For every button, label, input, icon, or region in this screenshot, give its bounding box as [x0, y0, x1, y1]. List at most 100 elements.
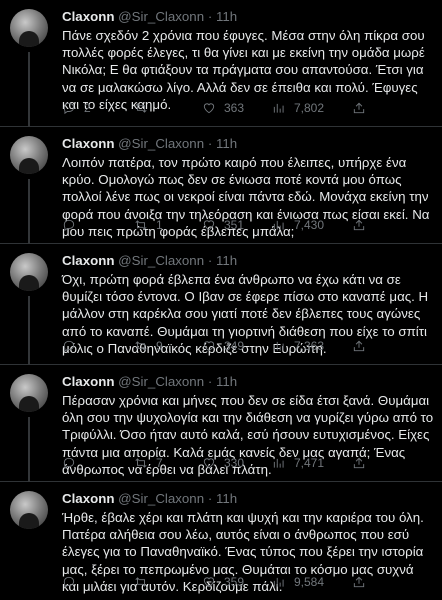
tweet-header: Claxonn @Sir_Claxonn · 11h — [62, 136, 432, 152]
thread-connector-line — [28, 179, 30, 244]
tweet[interactable]: Claxonn @Sir_Claxonn · 11h Όχι, πρώτη φο… — [0, 244, 442, 365]
share-icon — [353, 340, 365, 352]
views-button[interactable]: 7,430 — [272, 217, 324, 233]
like-count: 330 — [224, 456, 245, 470]
author-handle[interactable]: @Sir_Claxonn — [118, 374, 204, 389]
author-name[interactable]: Claxonn — [62, 491, 114, 506]
reply-button[interactable]: 2 — [62, 100, 91, 116]
retweet-icon — [135, 577, 147, 587]
timestamp[interactable]: 11h — [216, 491, 237, 506]
like-button[interactable]: 351 — [202, 217, 244, 233]
views-count: 7,802 — [294, 101, 325, 115]
views-button[interactable]: 9,584 — [272, 574, 324, 590]
author-handle[interactable]: @Sir_Claxonn — [118, 136, 204, 151]
author-handle[interactable]: @Sir_Claxonn — [118, 253, 204, 268]
reply-icon — [63, 102, 75, 115]
views-count: 9,584 — [294, 575, 325, 589]
separator-dot: · — [207, 9, 213, 24]
avatar[interactable] — [10, 9, 48, 47]
like-button[interactable]: 359 — [202, 574, 244, 590]
reply-icon — [63, 457, 75, 470]
avatar[interactable] — [10, 374, 48, 412]
timestamp[interactable]: 11h — [216, 9, 237, 24]
bar-chart-icon — [273, 220, 284, 230]
thread-connector-line — [28, 52, 30, 127]
tweet-actions: 1 351 7,430 — [62, 217, 432, 233]
author-handle[interactable]: @Sir_Claxonn — [118, 491, 204, 506]
share-icon — [353, 102, 365, 114]
share-button[interactable] — [352, 217, 366, 233]
views-count: 7,363 — [294, 339, 325, 353]
retweet-count: 7 — [156, 456, 163, 470]
thread-connector-line — [28, 296, 30, 365]
like-count: 359 — [224, 575, 245, 589]
tweet-header: Claxonn @Sir_Claxonn · 11h — [62, 9, 432, 25]
like-button[interactable]: 363 — [202, 100, 244, 116]
tweet-header: Claxonn @Sir_Claxonn · 11h — [62, 374, 432, 390]
avatar[interactable] — [10, 253, 48, 291]
thread-connector-line — [28, 417, 30, 482]
tweet-actions: 2 363 7,802 — [62, 100, 432, 116]
share-button[interactable] — [352, 455, 366, 471]
reply-icon — [63, 219, 75, 232]
reply-icon — [63, 576, 75, 589]
tweet[interactable]: Claxonn @Sir_Claxonn · 11h Πέρασαν χρόνι… — [0, 365, 442, 482]
share-icon — [353, 457, 365, 469]
share-icon — [353, 219, 365, 231]
heart-icon — [203, 220, 215, 231]
like-count: 363 — [224, 101, 245, 115]
heart-icon — [203, 103, 215, 114]
avatar[interactable] — [10, 136, 48, 174]
tweet-actions: 7 330 7,471 — [62, 455, 432, 471]
tweet-thread: Claxonn @Sir_Claxonn · 11h Πάνε σχεδόν 2… — [0, 0, 442, 600]
retweet-icon — [135, 341, 147, 351]
like-button[interactable]: 330 — [202, 455, 244, 471]
heart-icon — [203, 341, 215, 352]
share-button[interactable] — [352, 100, 366, 116]
author-name[interactable]: Claxonn — [62, 374, 114, 389]
views-button[interactable]: 7,802 — [272, 100, 324, 116]
tweet[interactable]: Claxonn @Sir_Claxonn · 11h Λοιπόν πατέρα… — [0, 127, 442, 244]
views-button[interactable]: 7,471 — [272, 455, 324, 471]
reply-button[interactable] — [62, 455, 84, 471]
tweet[interactable]: Claxonn @Sir_Claxonn · 11h Πάνε σχεδόν 2… — [0, 0, 442, 127]
heart-icon — [203, 458, 215, 469]
retweet-button[interactable]: 7 — [134, 455, 163, 471]
bar-chart-icon — [273, 103, 284, 113]
share-button[interactable] — [352, 574, 366, 590]
tweet-header: Claxonn @Sir_Claxonn · 11h — [62, 491, 432, 507]
author-name[interactable]: Claxonn — [62, 253, 114, 268]
reply-button[interactable] — [62, 338, 84, 354]
heart-icon — [203, 577, 215, 588]
retweet-button[interactable]: 1 — [134, 217, 163, 233]
retweet-button[interactable] — [134, 574, 156, 590]
tweet-actions: 9 349 7,363 — [62, 338, 432, 354]
retweet-icon — [135, 458, 147, 468]
separator-dot: · — [207, 136, 213, 151]
reply-button[interactable] — [62, 217, 84, 233]
timestamp[interactable]: 11h — [216, 253, 237, 268]
retweet-button[interactable]: 9 — [134, 338, 163, 354]
tweet-actions: 359 9,584 — [62, 574, 432, 590]
share-button[interactable] — [352, 338, 366, 354]
timestamp[interactable]: 11h — [216, 136, 237, 151]
like-count: 351 — [224, 218, 245, 232]
author-name[interactable]: Claxonn — [62, 9, 114, 24]
retweet-button[interactable] — [134, 100, 156, 116]
views-button[interactable]: 7,363 — [272, 338, 324, 354]
retweet-icon — [135, 220, 147, 230]
tweet-header: Claxonn @Sir_Claxonn · 11h — [62, 253, 432, 269]
retweet-count: 1 — [156, 218, 163, 232]
retweet-count: 9 — [156, 339, 163, 353]
author-handle[interactable]: @Sir_Claxonn — [118, 9, 204, 24]
timestamp[interactable]: 11h — [216, 374, 237, 389]
like-count: 349 — [224, 339, 245, 353]
author-name[interactable]: Claxonn — [62, 136, 114, 151]
bar-chart-icon — [273, 458, 284, 468]
reply-button[interactable] — [62, 574, 84, 590]
tweet[interactable]: Claxonn @Sir_Claxonn · 11h Ήρθε, έβαλε χ… — [0, 482, 442, 600]
like-button[interactable]: 349 — [202, 338, 244, 354]
avatar[interactable] — [10, 491, 48, 529]
separator-dot: · — [207, 253, 213, 268]
share-icon — [353, 576, 365, 588]
